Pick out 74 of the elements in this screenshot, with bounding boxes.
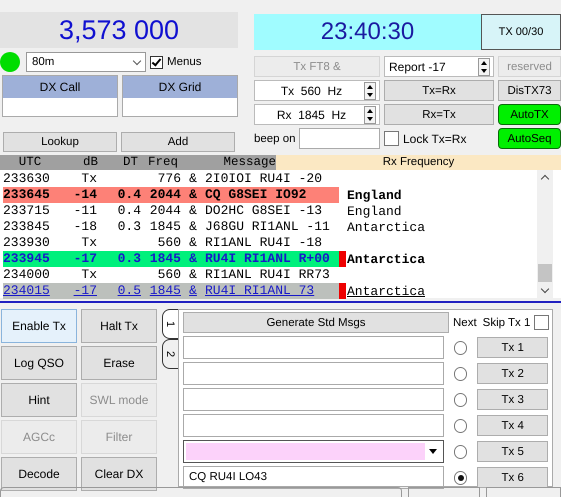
message-field[interactable]	[183, 362, 444, 385]
radio-button[interactable]	[454, 470, 468, 484]
country-label: Antarctica	[347, 252, 426, 266]
scrollbar[interactable]	[537, 170, 553, 298]
tab[interactable]: 2	[162, 339, 178, 369]
tx-button[interactable]: Tx 2	[477, 363, 548, 384]
beep-label: beep on	[254, 132, 296, 144]
dropdown-arrow-icon[interactable]	[428, 449, 437, 454]
spin-arrows-icon[interactable]	[364, 106, 376, 124]
generate-messages-button[interactable]: Generate Std Msgs	[183, 312, 449, 333]
country-label: Antarctica	[347, 284, 426, 298]
menus-label: Menus	[167, 56, 202, 68]
radio-button[interactable]	[454, 366, 468, 380]
toggle-button[interactable]: AutoSeq	[498, 128, 561, 149]
tx-button[interactable]: Tx 6	[477, 467, 548, 488]
tab[interactable]: 1	[162, 309, 178, 339]
radio-button[interactable]	[454, 444, 468, 458]
decode-line[interactable]: 233930 Tx 560 & RI1ANL RU4I -18	[3, 235, 339, 251]
decode-line[interactable]: 233630 Tx 776 & 2I0IOI RU4I -20	[3, 171, 339, 187]
spin-field[interactable]: Report -17	[384, 56, 494, 77]
input-field[interactable]	[298, 128, 380, 149]
dx-field-label: DX Grid	[123, 76, 237, 98]
radio-button[interactable]	[454, 418, 468, 432]
spin-arrows-icon[interactable]	[364, 82, 376, 100]
input-field[interactable]	[3, 98, 117, 116]
action-button[interactable]: Enable Tx	[1, 309, 77, 343]
decode-line[interactable]: 234000 Tx 560 & RI1ANL RU4I RR73	[3, 267, 339, 283]
tx-button[interactable]: Tx 3	[477, 389, 548, 410]
status-panel	[408, 487, 480, 497]
spin-field[interactable]: Rx 1845 Hz	[254, 104, 380, 125]
lock-label: Lock Tx=Rx	[403, 132, 466, 146]
dx-button[interactable]: Add	[121, 132, 235, 152]
radio-button[interactable]	[454, 392, 468, 406]
message-field[interactable]	[183, 414, 444, 437]
control-button[interactable]: Rx=Tx	[384, 104, 494, 125]
spin-field[interactable]: Tx 560 Hz	[254, 80, 380, 101]
menus-checkbox[interactable]	[150, 56, 163, 68]
country-label: England	[347, 204, 402, 218]
rx-frequency-header: Rx Frequency	[276, 155, 561, 170]
dx-field-label: DX Call	[3, 76, 117, 98]
tx-button[interactable]: Tx 5	[477, 441, 548, 462]
frequency-display: 3,573 000	[0, 12, 238, 48]
tx-period-display: TX 00/30	[481, 14, 561, 50]
message-field[interactable]	[183, 388, 444, 411]
input-field[interactable]	[123, 98, 237, 116]
decode-line[interactable]: 233845 -18 0.3 1845 & J68GU RI1ANL -11	[3, 219, 339, 235]
action-button[interactable]: Decode	[1, 457, 77, 491]
action-button[interactable]: Clear DX	[81, 457, 157, 491]
column-header-bar: UTC dB DT Freq Message	[0, 155, 276, 170]
control-button[interactable]: DisTX73	[498, 80, 561, 101]
tx-button[interactable]: Tx 1	[477, 337, 548, 358]
tx-button[interactable]: Tx 4	[477, 415, 548, 436]
clock-display: 23:40:30	[254, 14, 481, 50]
skip-checkbox[interactable]	[534, 315, 550, 330]
country-label: Antarctica	[347, 220, 426, 234]
message-field[interactable]: CQ RU4I LO43	[183, 466, 444, 489]
country-label: England	[347, 188, 402, 202]
skip-label: Skip Tx 1	[482, 316, 530, 328]
action-button[interactable]: Hint	[1, 383, 77, 417]
next-label: Next	[453, 316, 477, 328]
message-field[interactable]	[183, 336, 444, 359]
message-dropdown[interactable]	[183, 440, 444, 463]
dx-button[interactable]: Lookup	[3, 132, 117, 152]
action-button[interactable]: Log QSO	[1, 346, 77, 380]
scrollbar-thumb[interactable]	[538, 264, 552, 282]
radio-button[interactable]	[454, 340, 468, 354]
spin-arrows-icon[interactable]	[478, 58, 490, 76]
decode-line[interactable]: 233715 -11 0.4 2044 & DO2HC G8SEI -13	[3, 203, 339, 219]
action-button[interactable]: Erase	[81, 346, 157, 380]
action-button[interactable]: Halt Tx	[81, 309, 157, 343]
toggle-button[interactable]: AutoTX	[498, 104, 561, 125]
lock-checkbox[interactable]	[384, 131, 399, 146]
band-dropdown[interactable]: 80m	[26, 52, 146, 72]
control-button[interactable]: Tx=Rx	[384, 80, 494, 101]
